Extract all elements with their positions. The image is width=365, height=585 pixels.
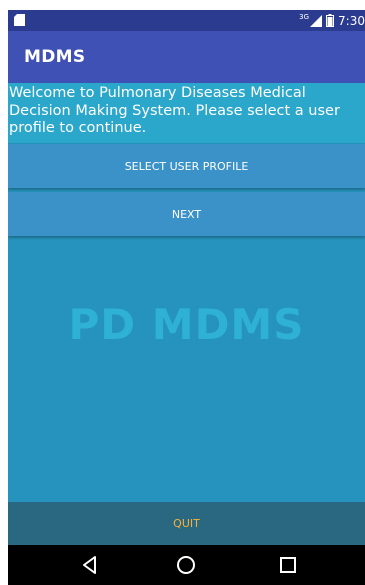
recent-apps-icon[interactable]: [276, 553, 300, 577]
status-right: 3G 7:30: [299, 10, 365, 31]
quit-button[interactable]: QUIT: [8, 502, 365, 545]
signal-icon: [310, 14, 323, 27]
phone-screen: 3G 7:30 MDMS Welcome to Pulmonary Diseas…: [8, 10, 365, 585]
app-title: MDMS: [24, 47, 86, 67]
next-button[interactable]: NEXT: [8, 192, 365, 236]
home-icon[interactable]: [174, 553, 198, 577]
back-icon[interactable]: [78, 553, 102, 577]
app-watermark: PD MDMS: [68, 300, 305, 349]
navigation-bar: [8, 545, 365, 585]
welcome-message: Welcome to Pulmonary Diseases Medical De…: [8, 83, 365, 143]
clock: 7:30: [338, 13, 365, 28]
status-bar: 3G 7:30: [8, 10, 365, 31]
select-user-profile-button[interactable]: SELECT USER PROFILE: [8, 144, 365, 188]
app-bar: MDMS: [8, 31, 365, 83]
network-type-label: 3G: [299, 12, 310, 21]
battery-icon: [326, 14, 335, 27]
sd-card-icon: [14, 14, 25, 26]
